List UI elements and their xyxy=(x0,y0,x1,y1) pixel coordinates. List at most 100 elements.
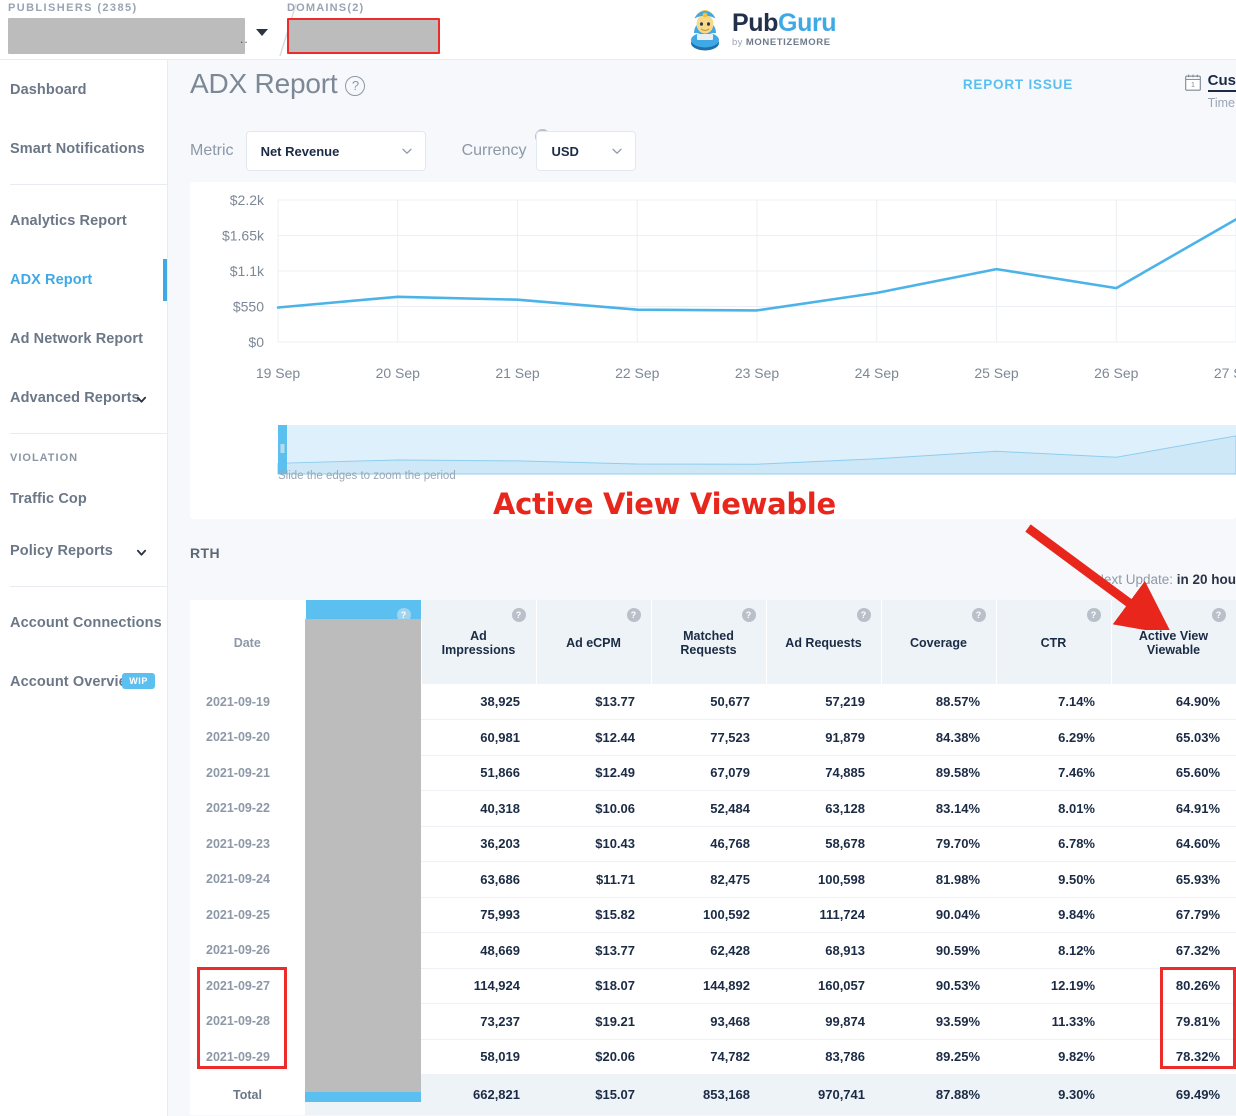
cell-ctr: 12.19% xyxy=(996,968,1111,1004)
annotation-label: Active View Viewable xyxy=(493,487,836,521)
sidebar-heading-violation: VIOLATION xyxy=(0,440,167,476)
page-title: ADX Report? xyxy=(190,68,365,100)
guru-mascot-icon xyxy=(686,7,724,51)
column-header-date[interactable]: Date xyxy=(190,600,305,684)
cell-matched-requests: 853,168 xyxy=(651,1075,766,1115)
cell-ctr: 9.50% xyxy=(996,862,1111,898)
x-axis-tick-label: 27 Sep xyxy=(1214,365,1236,381)
sidebar-item-label: Account Connections xyxy=(10,615,162,631)
sidebar-divider xyxy=(10,184,167,185)
column-header-ad-ecpm[interactable]: ? Ad eCPM xyxy=(536,600,651,684)
cell-ad-ecpm: $13.77 xyxy=(536,933,651,969)
cell-ad-ecpm: $10.43 xyxy=(536,826,651,862)
cell-date: Total xyxy=(190,1075,305,1115)
chart-navigator-left-grip xyxy=(281,444,285,453)
y-axis-tick-label: $2.2k xyxy=(230,192,265,208)
metric-label: Metric xyxy=(190,142,234,160)
help-icon[interactable]: ? xyxy=(857,608,871,622)
pubguru-wordmark: PubGuru by MONETIZEMORE xyxy=(732,11,836,48)
cell-date: 2021-09-25 xyxy=(190,897,305,933)
cell-matched-requests: 77,523 xyxy=(651,720,766,756)
top-bar: PUBLISHERS (2385) .. DOMAINS(2) PubGuru xyxy=(0,0,1236,60)
currency-select[interactable]: USD xyxy=(536,131,636,171)
chevron-down-icon xyxy=(401,145,413,157)
cell-ctr: 11.33% xyxy=(996,1004,1111,1040)
cell-date: 2021-09-26 xyxy=(190,933,305,969)
chevron-down-icon[interactable] xyxy=(256,29,268,36)
cell-ad-impressions: 40,318 xyxy=(421,791,536,827)
cell-ctr: 7.46% xyxy=(996,755,1111,791)
column-header-ad-requests[interactable]: ? Ad Requests xyxy=(766,600,881,684)
sidebar-item-analytics-report[interactable]: Analytics Report xyxy=(0,191,167,250)
cell-active-view-viewable: 65.03% xyxy=(1111,720,1236,756)
cell-ad-ecpm: $15.82 xyxy=(536,897,651,933)
chevron-down-icon xyxy=(136,394,147,405)
cell-coverage: 87.88% xyxy=(881,1075,996,1115)
cell-active-view-viewable: 65.60% xyxy=(1111,755,1236,791)
metric-select[interactable]: Net Revenue xyxy=(246,131,426,171)
cell-ctr: 6.29% xyxy=(996,720,1111,756)
sidebar-item-adx-report[interactable]: ADX Report xyxy=(0,250,167,309)
cell-ctr: 9.84% xyxy=(996,897,1111,933)
date-range-picker[interactable]: 1 Cus Time xyxy=(1185,72,1236,110)
sidebar-item-advanced-reports[interactable]: Advanced Reports xyxy=(0,368,167,427)
date-range-sub: Time xyxy=(1208,96,1236,110)
publishers-label: PUBLISHERS (2385) xyxy=(8,2,253,14)
logo-guru-text: Guru xyxy=(778,9,836,37)
cell-matched-requests: 46,768 xyxy=(651,826,766,862)
sidebar-item-label: Account Overview xyxy=(10,674,138,690)
cell-coverage: 81.98% xyxy=(881,862,996,898)
x-axis-tick-label: 24 Sep xyxy=(855,365,900,381)
cell-ad-requests: 83,786 xyxy=(766,1039,881,1075)
report-issue-button[interactable]: REPORT ISSUE xyxy=(963,77,1073,92)
publishers-value-redacted[interactable] xyxy=(8,18,245,54)
revenue-line-chart[interactable]: $0$550$1.1k$1.65k$2.2k19 Sep20 Sep21 Sep… xyxy=(190,182,1236,519)
cell-ad-requests: 68,913 xyxy=(766,933,881,969)
cell-ad-impressions: 51,866 xyxy=(421,755,536,791)
wip-badge: WIP xyxy=(122,673,155,689)
date-range-value[interactable]: Cus xyxy=(1208,72,1236,92)
sidebar-item-ad-network-report[interactable]: Ad Network Report xyxy=(0,309,167,368)
help-icon[interactable]: ? xyxy=(1212,608,1226,622)
help-icon[interactable]: ? xyxy=(512,608,526,622)
currency-label-text: Currency xyxy=(462,142,527,159)
sidebar-item-label: Ad Network Report xyxy=(10,331,143,347)
sidebar-item-dashboard[interactable]: Dashboard xyxy=(0,60,167,119)
sidebar-item-account-overview[interactable]: Account Overview WIP xyxy=(0,652,167,711)
revenue-chart-card: $0$550$1.1k$1.65k$2.2k19 Sep20 Sep21 Sep… xyxy=(190,182,1236,519)
domains-label: DOMAINS(2) xyxy=(287,2,462,14)
cell-ad-requests: 100,598 xyxy=(766,862,881,898)
cell-coverage: 93.59% xyxy=(881,1004,996,1040)
chevron-down-icon xyxy=(611,145,623,157)
publishers-selector[interactable]: PUBLISHERS (2385) xyxy=(8,2,253,54)
logo-tagline: MONETIZEMORE xyxy=(746,37,831,48)
report-table-container: Date ? Net Revenue ? Ad Impressions ? Ad… xyxy=(190,600,1236,1115)
sidebar-item-label: Smart Notifications xyxy=(10,141,145,157)
sidebar-item-smart-notifications[interactable]: Smart Notifications xyxy=(0,119,167,178)
cell-coverage: 88.57% xyxy=(881,684,996,720)
cell-ctr: 9.30% xyxy=(996,1075,1111,1115)
sidebar-item-policy-reports[interactable]: Policy Reports xyxy=(0,521,167,580)
highlight-box-active-view-viewable xyxy=(1160,967,1236,1069)
column-header-matched-requests[interactable]: ? Matched Requests xyxy=(651,600,766,684)
domains-value-redacted[interactable] xyxy=(287,18,440,54)
column-header-ad-impressions[interactable]: ? Ad Impressions xyxy=(421,600,536,684)
help-icon[interactable]: ? xyxy=(345,76,365,96)
cell-ad-ecpm: $11.71 xyxy=(536,862,651,898)
sidebar-item-traffic-cop[interactable]: Traffic Cop xyxy=(0,476,167,521)
sidebar-item-account-connections[interactable]: Account Connections xyxy=(0,593,167,652)
cell-ad-impressions: 73,237 xyxy=(421,1004,536,1040)
cell-date: 2021-09-22 xyxy=(190,791,305,827)
chevron-down-icon xyxy=(136,547,147,558)
domains-selector[interactable]: DOMAINS(2) xyxy=(287,2,462,54)
cell-date: 2021-09-23 xyxy=(190,826,305,862)
sidebar-item-label: Dashboard xyxy=(10,82,87,98)
cell-ad-requests: 970,741 xyxy=(766,1075,881,1115)
help-icon[interactable]: ? xyxy=(972,608,986,622)
help-icon[interactable]: ? xyxy=(627,608,641,622)
help-icon[interactable]: ? xyxy=(742,608,756,622)
cell-ad-ecpm: $18.07 xyxy=(536,968,651,1004)
cell-coverage: 79.70% xyxy=(881,826,996,862)
svg-text:1: 1 xyxy=(1191,82,1195,89)
column-header-coverage[interactable]: ? Coverage xyxy=(881,600,996,684)
